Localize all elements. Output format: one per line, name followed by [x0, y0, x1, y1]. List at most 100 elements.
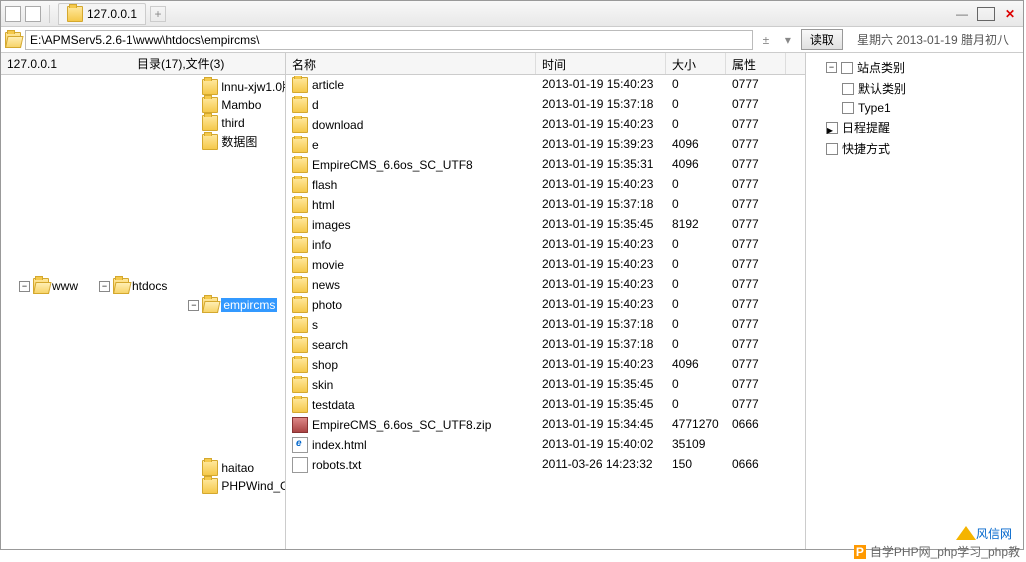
date-info: 星期六 2013-01-19 腊月初八 [847, 31, 1019, 48]
tree-item[interactable]: haitao [188, 460, 254, 476]
file-attr: 0777 [726, 256, 786, 274]
list-row[interactable]: index.html 2013-01-19 15:40:0235109 [286, 435, 805, 455]
file-size: 8192 [666, 216, 726, 234]
file-size: 0 [666, 316, 726, 334]
folder-icon [292, 97, 308, 113]
file-name: info [312, 238, 331, 252]
tree-label: empircms [221, 298, 277, 312]
folder-icon [113, 278, 129, 294]
list-row[interactable]: skin2013-01-19 15:35:4500777 [286, 375, 805, 395]
sidebar-shortcut[interactable]: 快捷方式 [826, 140, 890, 157]
tree-item[interactable]: PHPWind_GBK_4.3.2 [188, 478, 285, 494]
expand-icon[interactable]: − [99, 281, 110, 292]
list-row[interactable]: EmpireCMS_6.6os_SC_UTF8.zip2013-01-19 15… [286, 415, 805, 435]
list-row[interactable]: photo2013-01-19 15:40:2300777 [286, 295, 805, 315]
folder-icon [202, 478, 218, 494]
tree-label: third [221, 116, 244, 130]
tree-label: haitao [221, 461, 254, 475]
folder-icon [292, 137, 308, 153]
file-name: index.html [312, 438, 367, 452]
tab-active[interactable]: 127.0.0.1 [58, 3, 146, 25]
list-row[interactable]: e2013-01-19 15:39:2340960777 [286, 135, 805, 155]
file-attr: 0777 [726, 236, 786, 254]
file-name: news [312, 278, 340, 292]
col-name[interactable]: 名称 [286, 53, 536, 74]
list-row[interactable]: html2013-01-19 15:37:1800777 [286, 195, 805, 215]
tree-item[interactable]: Mambo [188, 97, 261, 113]
file-time: 2013-01-19 15:39:23 [536, 136, 666, 154]
file-name: download [312, 118, 363, 132]
list-row[interactable]: info2013-01-19 15:40:2300777 [286, 235, 805, 255]
minimize-button[interactable] [953, 7, 971, 21]
file-icon [292, 417, 308, 433]
col-attr[interactable]: 属性 [726, 53, 786, 74]
list-row[interactable]: s2013-01-19 15:37:1800777 [286, 315, 805, 335]
list-row[interactable]: article2013-01-19 15:40:2300777 [286, 75, 805, 95]
list-row[interactable]: robots.txt2011-03-26 14:23:321500666 [286, 455, 805, 475]
folder-icon [33, 278, 49, 294]
path-menu-1[interactable]: ± [757, 33, 775, 47]
file-time: 2013-01-19 15:37:18 [536, 96, 666, 114]
tree-label: htdocs [132, 279, 167, 293]
tree-item[interactable]: lnnu-xjw1.0版本 [188, 78, 285, 95]
file-time: 2013-01-19 15:40:23 [536, 76, 666, 94]
col-size[interactable]: 大小 [666, 53, 726, 74]
folder-icon [292, 397, 308, 413]
sidebar-default-cat[interactable]: 默认类别 [842, 80, 906, 97]
file-time: 2013-01-19 15:40:23 [536, 276, 666, 294]
list-row[interactable]: download2013-01-19 15:40:2300777 [286, 115, 805, 135]
file-attr: 0777 [726, 136, 786, 154]
file-name: testdata [312, 398, 355, 412]
file-attr: 0777 [726, 276, 786, 294]
col-time[interactable]: 时间 [536, 53, 666, 74]
file-name: EmpireCMS_6.6os_SC_UTF8 [312, 158, 473, 172]
sidebar-type1[interactable]: Type1 [842, 101, 891, 115]
tree-item[interactable]: −www [19, 278, 78, 294]
list-row[interactable]: flash2013-01-19 15:40:2300777 [286, 175, 805, 195]
tree-item[interactable]: 数据图 [188, 133, 257, 150]
tree-body[interactable]: −www−htdocslnnu-xjw1.0版本Mambothird数据图−em… [1, 75, 285, 549]
list-row[interactable]: testdata2013-01-19 15:35:4500777 [286, 395, 805, 415]
list-row[interactable]: search2013-01-19 15:37:1800777 [286, 335, 805, 355]
file-size: 0 [666, 396, 726, 414]
list-row[interactable]: movie2013-01-19 15:40:2300777 [286, 255, 805, 275]
file-time: 2013-01-19 15:40:02 [536, 436, 666, 454]
tree-item[interactable]: − htdocs [99, 278, 167, 294]
file-attr: 0777 [726, 116, 786, 134]
expand-icon[interactable]: − [188, 300, 199, 311]
app-icon [5, 6, 21, 22]
file-time: 2013-01-19 15:40:23 [536, 176, 666, 194]
path-input[interactable] [25, 30, 753, 50]
sidebar-schedule[interactable]: ▸日程提醒 [826, 119, 890, 136]
tree-label: lnnu-xjw1.0版本 [221, 78, 285, 95]
tab-add-button[interactable]: + [150, 6, 166, 22]
toolbar-icon-2[interactable] [25, 6, 41, 22]
file-attr: 0777 [726, 176, 786, 194]
file-size: 0 [666, 196, 726, 214]
side-pane: −站点类别 默认类别 Type1 ▸日程提醒 快捷方式 [806, 53, 1023, 549]
list-row[interactable]: images2013-01-19 15:35:4581920777 [286, 215, 805, 235]
list-row[interactable]: d2013-01-19 15:37:1800777 [286, 95, 805, 115]
folder-icon [292, 277, 308, 293]
expand-icon[interactable]: − [19, 281, 30, 292]
list-row[interactable]: news2013-01-19 15:40:2300777 [286, 275, 805, 295]
file-size: 35109 [666, 436, 726, 454]
file-name: flash [312, 178, 337, 192]
list-body[interactable]: article2013-01-19 15:40:2300777d2013-01-… [286, 75, 805, 549]
file-name: movie [312, 258, 344, 272]
read-button[interactable]: 读取 [801, 29, 843, 50]
file-icon [292, 457, 308, 473]
list-row[interactable]: EmpireCMS_6.6os_SC_UTF82013-01-19 15:35:… [286, 155, 805, 175]
close-button[interactable]: ✕ [1001, 7, 1019, 21]
folder-icon [292, 177, 308, 193]
file-name: html [312, 198, 335, 212]
list-row[interactable]: shop2013-01-19 15:40:2340960777 [286, 355, 805, 375]
tree-item[interactable]: − empircms [188, 297, 277, 313]
tree-header: 127.0.0.1 目录(17),文件(3) [1, 53, 285, 75]
path-menu-2[interactable]: ▾ [779, 33, 797, 47]
list-header: 名称 时间 大小 属性 [286, 53, 805, 75]
tree-item[interactable]: third [188, 115, 244, 131]
titlebar: 127.0.0.1 + ✕ [1, 1, 1023, 27]
sidebar-site-cat[interactable]: −站点类别 [826, 59, 905, 76]
maximize-button[interactable] [977, 7, 995, 21]
